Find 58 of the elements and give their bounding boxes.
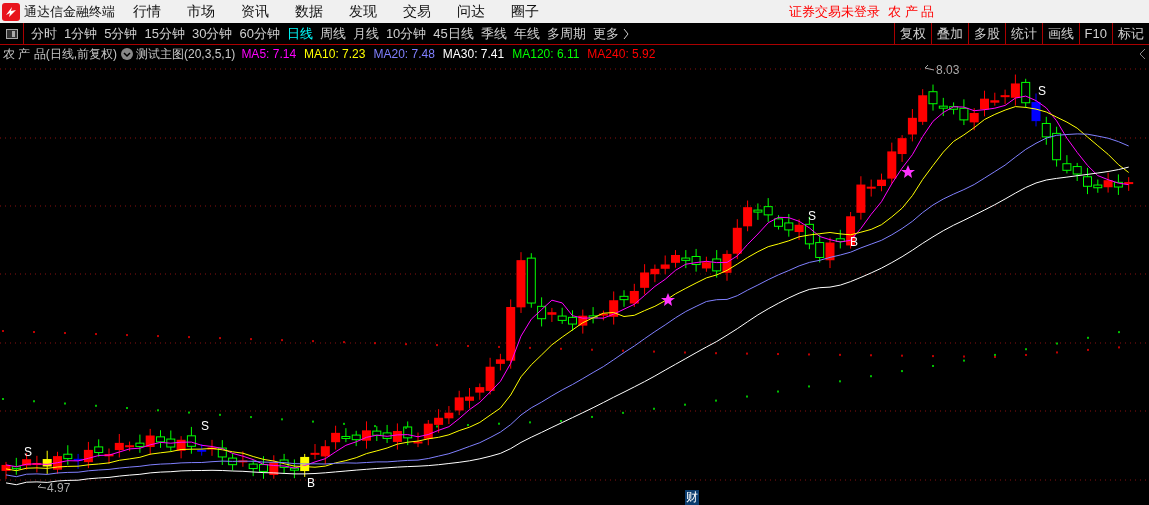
period-tab[interactable]: 10分钟 bbox=[382, 23, 430, 44]
period-tab[interactable]: 多周期 bbox=[543, 23, 589, 44]
leader-line bbox=[924, 64, 935, 71]
chevron-right-icon bbox=[622, 28, 629, 39]
menu-item[interactable]: 市场 bbox=[187, 1, 241, 22]
signal-letter: S bbox=[24, 445, 32, 459]
indicator-label: 测试主图(20,3,5,1) bbox=[136, 46, 236, 63]
menu-item[interactable]: 数据 bbox=[295, 1, 349, 22]
moving-average-value: MA20: 7.48 bbox=[373, 46, 435, 63]
finance-badge[interactable]: 财 bbox=[685, 490, 699, 505]
stock-name: 农 产 品 bbox=[888, 2, 935, 21]
moving-average-value: MA240: 5.92 bbox=[587, 46, 656, 63]
price-label: 8.03 bbox=[936, 63, 960, 77]
login-status: 证券交易未登录 bbox=[789, 2, 880, 21]
period-tab[interactable]: 15分钟 bbox=[141, 23, 188, 44]
period-tab[interactable]: 月线 bbox=[349, 23, 382, 44]
toolbar-button[interactable]: 多股 bbox=[967, 22, 1005, 45]
moving-average-value: MA30: 7.41 bbox=[442, 46, 505, 63]
leader-line bbox=[37, 483, 47, 489]
period-tab[interactable]: 周线 bbox=[316, 23, 349, 44]
signal-letter: S bbox=[1038, 84, 1046, 98]
toolbar-button[interactable]: 统计 bbox=[1004, 22, 1042, 45]
period-tab[interactable]: 分时 bbox=[28, 23, 60, 44]
moving-average-value: MA5: 7.14 bbox=[241, 46, 297, 63]
star-icon bbox=[661, 293, 675, 306]
period-tab[interactable]: 60分钟 bbox=[236, 23, 283, 44]
period-tab[interactable]: 日线 bbox=[283, 23, 316, 44]
panel-icon bbox=[5, 28, 18, 39]
app-title: 通达信金融终端 bbox=[24, 2, 115, 21]
moving-average-value: MA10: 7.23 bbox=[304, 46, 366, 63]
period-tab[interactable]: 年线 bbox=[510, 23, 543, 44]
signal-letter: S bbox=[808, 209, 816, 223]
period-tab[interactable]: 更多 bbox=[589, 23, 632, 44]
toolbar-button[interactable]: 复权 bbox=[893, 22, 931, 45]
menu-item[interactable]: 发现 bbox=[349, 1, 403, 22]
period-tab[interactable]: 5分钟 bbox=[101, 23, 141, 44]
dropdown-icon[interactable] bbox=[121, 48, 133, 60]
toolbar-button[interactable]: 画线 bbox=[1041, 22, 1079, 45]
menu-item[interactable]: 交易 bbox=[403, 1, 457, 22]
menu-item[interactable]: 问达 bbox=[457, 1, 511, 22]
period-tab[interactable]: 45日线 bbox=[430, 23, 477, 44]
toolbar-button[interactable]: 标记 bbox=[1112, 22, 1149, 45]
period-tab[interactable]: 1分钟 bbox=[61, 23, 101, 44]
signal-letter: S bbox=[201, 419, 209, 433]
toolbar-button[interactable]: F10 bbox=[1078, 22, 1112, 45]
moving-average-value: MA120: 6.11 bbox=[512, 46, 580, 63]
signal-letter: B bbox=[850, 235, 858, 249]
menu-item[interactable]: 资讯 bbox=[241, 1, 295, 22]
period-tab[interactable]: 30分钟 bbox=[188, 23, 236, 44]
app-logo-icon bbox=[2, 2, 20, 21]
menu-item[interactable]: 圈子 bbox=[511, 1, 565, 22]
period-tab[interactable]: 季线 bbox=[477, 23, 510, 44]
price-label: 4.97 bbox=[47, 481, 71, 495]
security-label: 农 产 品(日线,前复权) bbox=[3, 46, 117, 63]
star-icon bbox=[901, 165, 915, 178]
toolbar-button[interactable]: 叠加 bbox=[930, 22, 968, 45]
menu-item[interactable]: 行情 bbox=[133, 1, 187, 22]
signal-letter: B bbox=[307, 476, 315, 490]
